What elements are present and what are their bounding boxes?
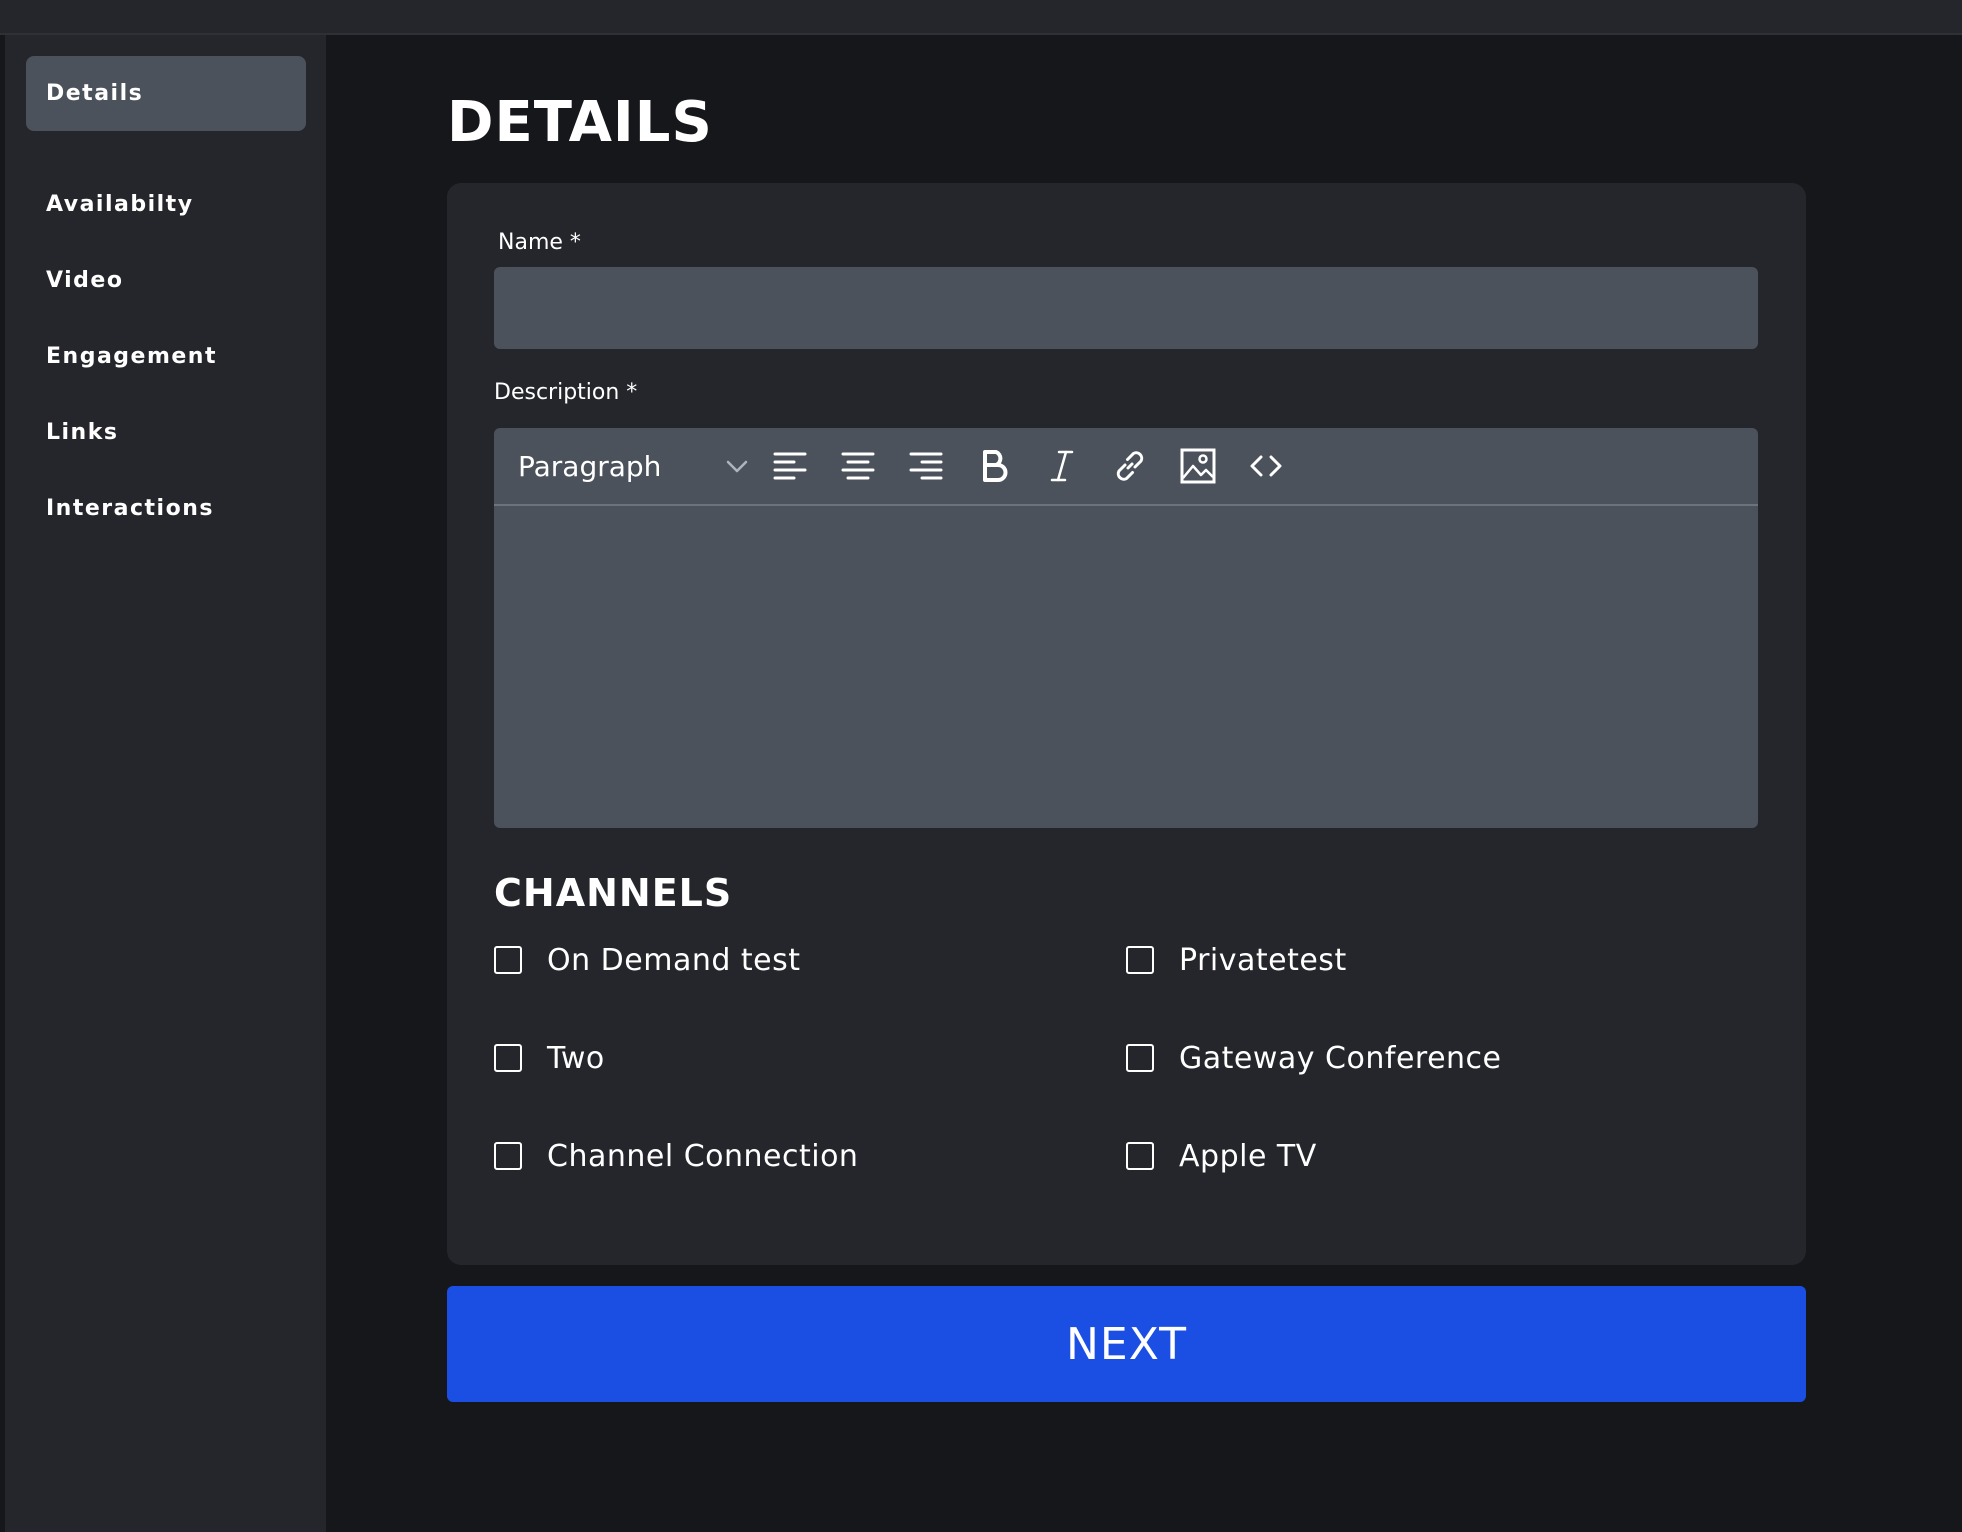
channel-label: Apple TV — [1179, 1138, 1317, 1174]
channel-label: Gateway Conference — [1179, 1040, 1502, 1076]
page-title: DETAILS — [447, 90, 713, 155]
channel-checkbox-apple-tv[interactable]: Apple TV — [1126, 1136, 1317, 1176]
code-icon — [1250, 455, 1282, 477]
italic-icon — [1050, 450, 1074, 482]
details-form-card: Name * Description * Paragraph CHANNELS … — [447, 183, 1806, 1265]
align-right-button[interactable] — [902, 442, 950, 490]
channel-label: Privatetest — [1179, 942, 1347, 978]
channel-checkbox-privatetest[interactable]: Privatetest — [1126, 940, 1347, 980]
channels-heading: CHANNELS — [494, 871, 733, 915]
checkbox[interactable] — [494, 1142, 522, 1170]
top-bar — [0, 0, 1962, 35]
align-left-icon — [773, 452, 807, 480]
sidebar-item-links[interactable]: Links — [26, 395, 306, 470]
image-icon — [1180, 448, 1216, 484]
sidebar-item-interactions[interactable]: Interactions — [26, 471, 306, 546]
sidebar-item-details[interactable]: Details — [26, 56, 306, 131]
chevron-down-icon — [726, 460, 748, 473]
sidebar-item-label: Details — [46, 81, 144, 106]
sidebar-item-video[interactable]: Video — [26, 243, 306, 318]
description-editor: Paragraph — [494, 428, 1758, 828]
sidebar-item-label: Engagement — [46, 344, 217, 369]
sidebar-item-label: Links — [46, 420, 119, 445]
description-label: Description * — [494, 380, 638, 405]
checkbox[interactable] — [494, 946, 522, 974]
link-icon — [1116, 451, 1144, 481]
name-label: Name * — [498, 230, 581, 255]
image-button[interactable] — [1174, 442, 1222, 490]
bold-button[interactable] — [970, 442, 1018, 490]
sidebar: Details Availabilty Video Engagement Lin… — [5, 35, 326, 1532]
channel-checkbox-gateway-conference[interactable]: Gateway Conference — [1126, 1038, 1502, 1078]
align-center-icon — [841, 452, 875, 480]
align-center-button[interactable] — [834, 442, 882, 490]
align-left-button[interactable] — [766, 442, 814, 490]
checkbox[interactable] — [1126, 1142, 1154, 1170]
code-button[interactable] — [1242, 442, 1290, 490]
sidebar-item-label: Availabilty — [46, 192, 194, 217]
sidebar-item-engagement[interactable]: Engagement — [26, 319, 306, 394]
channel-label: On Demand test — [547, 942, 801, 978]
paragraph-format-select[interactable]: Paragraph — [494, 428, 759, 504]
channel-label: Two — [547, 1040, 605, 1076]
channel-label: Channel Connection — [547, 1138, 859, 1174]
sidebar-item-label: Interactions — [46, 496, 214, 521]
align-right-icon — [909, 452, 943, 480]
checkbox[interactable] — [494, 1044, 522, 1072]
link-button[interactable] — [1106, 442, 1154, 490]
italic-button[interactable] — [1038, 442, 1086, 490]
bold-icon — [983, 450, 1008, 482]
channel-checkbox-channel-connection[interactable]: Channel Connection — [494, 1136, 858, 1176]
channel-checkbox-on-demand-test[interactable]: On Demand test — [494, 940, 801, 980]
sidebar-item-label: Video — [46, 268, 124, 293]
name-input[interactable] — [494, 267, 1758, 349]
sidebar-item-availability[interactable]: Availabilty — [26, 167, 306, 242]
checkbox[interactable] — [1126, 1044, 1154, 1072]
format-select-value: Paragraph — [518, 449, 662, 483]
editor-toolbar: Paragraph — [494, 428, 1758, 506]
channel-checkbox-two[interactable]: Two — [494, 1038, 605, 1078]
description-input[interactable] — [494, 506, 1758, 828]
checkbox[interactable] — [1126, 946, 1154, 974]
next-button[interactable]: NEXT — [447, 1286, 1806, 1402]
